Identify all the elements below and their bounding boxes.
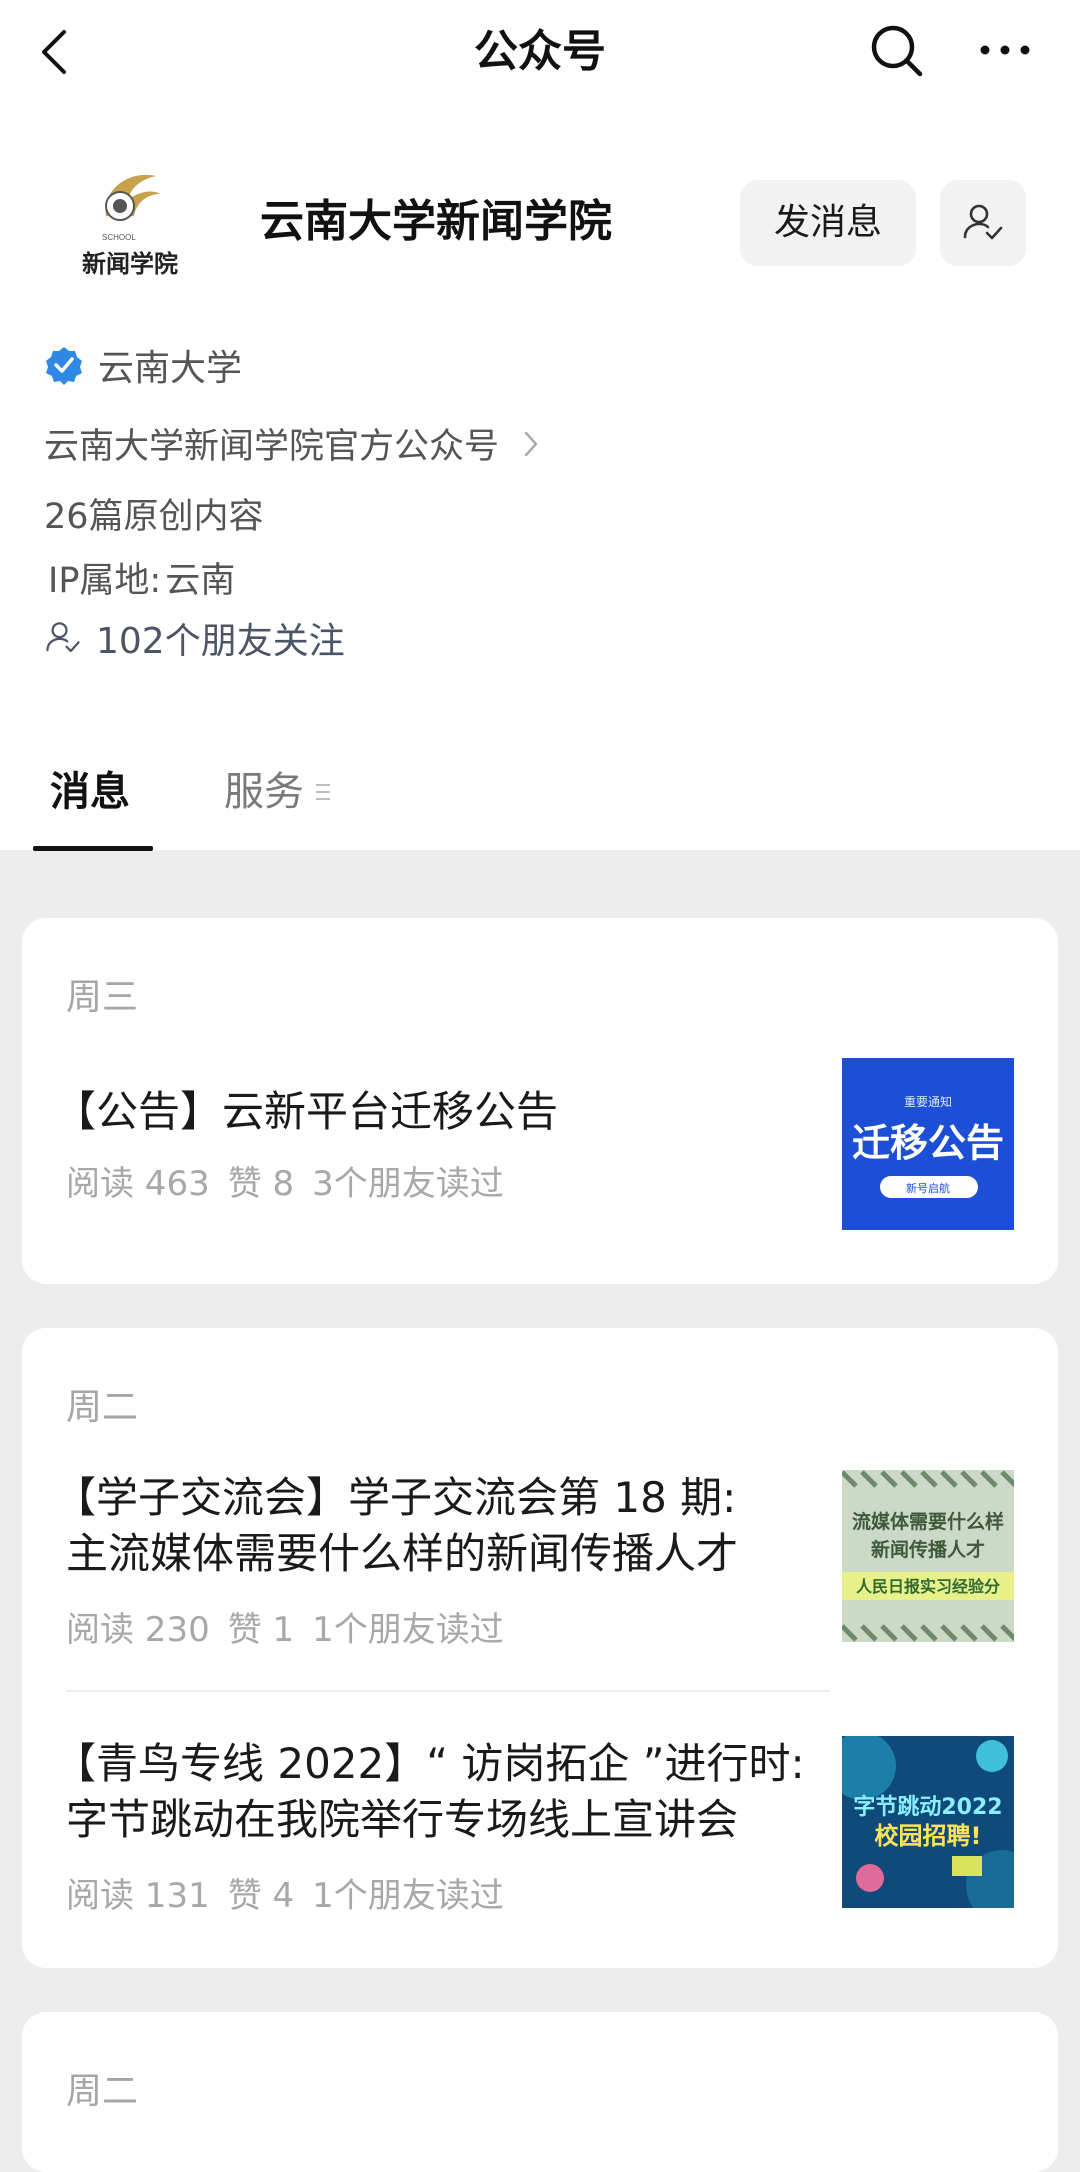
article-friends-read: 3个朋友读过 — [312, 1164, 504, 1204]
chevron-right-icon — [524, 431, 538, 456]
article-thumbnail[interactable]: 流媒体需要什么样 新闻传播人才 人民日报实习经验分 — [842, 1470, 1014, 1642]
article-reads: 阅读 131 — [66, 1876, 210, 1916]
tab-services-label: 服务 — [224, 769, 304, 815]
verified-org-row[interactable]: 云南大学 — [44, 340, 242, 390]
article-title-line: 字节跳动在我院举行专场线上宣讲会 — [66, 1795, 739, 1844]
friends-icon — [46, 622, 80, 653]
account-header-panel: 公众号 SCHOOL 新闻学院 云南大学新闻学院 发消息 云南大学 云南大学新闻… — [0, 0, 1080, 851]
search-icon[interactable] — [866, 20, 926, 80]
article-friends-read: 1个朋友读过 — [312, 1876, 504, 1916]
follow-status-button[interactable] — [940, 180, 1026, 266]
message-card: 周二 — [22, 2012, 1058, 2172]
logo-text: 新闻学院 — [82, 250, 178, 278]
message-day: 周三 — [66, 977, 139, 1018]
verified-badge-icon — [46, 347, 82, 385]
account-description-row[interactable]: 云南大学新闻学院官方公众号 — [44, 418, 539, 469]
friends-following-text: 102个朋友关注 — [96, 621, 345, 662]
article-thumbnail[interactable]: 重要通知 迁移公告 新号启航 — [842, 1058, 1014, 1230]
more-options-icon[interactable] — [975, 20, 1035, 80]
account-description: 云南大学新闻学院官方公众号 — [44, 427, 500, 467]
article-stats: 阅读 230 赞 1 1个朋友读过 — [66, 1602, 522, 1651]
article-title[interactable]: 【公告】云新平台迁移公告 — [54, 1084, 834, 1140]
account-name: 云南大学新闻学院 — [260, 196, 612, 247]
article-divider — [66, 1690, 830, 1692]
account-logo: SCHOOL 新闻学院 — [68, 160, 192, 284]
followed-user-icon — [963, 204, 1003, 240]
ip-value: 云南 — [165, 561, 236, 601]
send-message-button[interactable]: 发消息 — [740, 180, 916, 266]
tab-messages[interactable]: 消息 — [50, 762, 130, 822]
thumb-line-3: 人民日报实习经验分 — [856, 1577, 1000, 1596]
thumb-main-text: 迁移公告 — [852, 1121, 1004, 1165]
verified-org-name: 云南大学 — [98, 348, 243, 389]
article-stats: 阅读 131 赞 4 1个朋友读过 — [66, 1868, 522, 1917]
article-likes: 赞 8 — [227, 1164, 295, 1204]
ip-label: IP属地: — [48, 561, 162, 601]
article-title-line: 主流媒体需要什么样的新闻传播人才 — [66, 1529, 739, 1578]
article-title-line: 【青鸟专线 2022】“ 访岗拓企 ”进行时: — [54, 1739, 805, 1788]
thumb-line-2: 校园招聘! — [875, 1822, 982, 1850]
tab-services[interactable]: 服务 — [224, 762, 332, 822]
article-stats: 阅读 463 赞 8 3个朋友读过 — [66, 1156, 522, 1205]
article-likes: 赞 4 — [227, 1876, 295, 1916]
article-reads: 阅读 463 — [66, 1164, 210, 1204]
thumb-sub-text: 新号启航 — [906, 1181, 950, 1195]
ip-location: IP属地: 云南 — [48, 552, 239, 603]
article-reads: 阅读 230 — [66, 1610, 210, 1650]
article-title[interactable]: 【学子交流会】学子交流会第 18 期: 主流媒体需要什么样的新闻传播人才 — [54, 1470, 834, 1582]
article-thumbnail[interactable]: 字节跳动2022 校园招聘! — [842, 1736, 1014, 1908]
thumb-line-1: 字节跳动2022 — [853, 1794, 1002, 1820]
message-day: 周二 — [66, 2071, 139, 2112]
original-content-count: 26篇原创内容 — [44, 497, 264, 537]
message-card: 周二 【学子交流会】学子交流会第 18 期: 主流媒体需要什么样的新闻传播人才 … — [22, 1328, 1058, 1968]
logo-small-text: SCHOOL — [102, 233, 136, 242]
thumb-top-text: 重要通知 — [904, 1095, 952, 1109]
menu-icon — [316, 784, 330, 800]
article-friends-read: 1个朋友读过 — [312, 1610, 504, 1650]
thumb-line-2: 新闻传播人才 — [871, 1538, 985, 1561]
friends-following-row[interactable]: 102个朋友关注 — [44, 612, 345, 664]
message-day: 周二 — [66, 1387, 139, 1428]
active-tab-indicator — [33, 846, 153, 851]
article-title-line: 【学子交流会】学子交流会第 18 期: — [54, 1473, 737, 1522]
article-title[interactable]: 【青鸟专线 2022】“ 访岗拓企 ”进行时: 字节跳动在我院举行专场线上宣讲会 — [54, 1736, 834, 1848]
thumb-line-1: 流媒体需要什么样 — [852, 1510, 1004, 1533]
message-card: 周三 【公告】云新平台迁移公告 阅读 463 赞 8 3个朋友读过 重要通知 迁移公… — [22, 918, 1058, 1284]
article-likes: 赞 1 — [227, 1610, 295, 1650]
